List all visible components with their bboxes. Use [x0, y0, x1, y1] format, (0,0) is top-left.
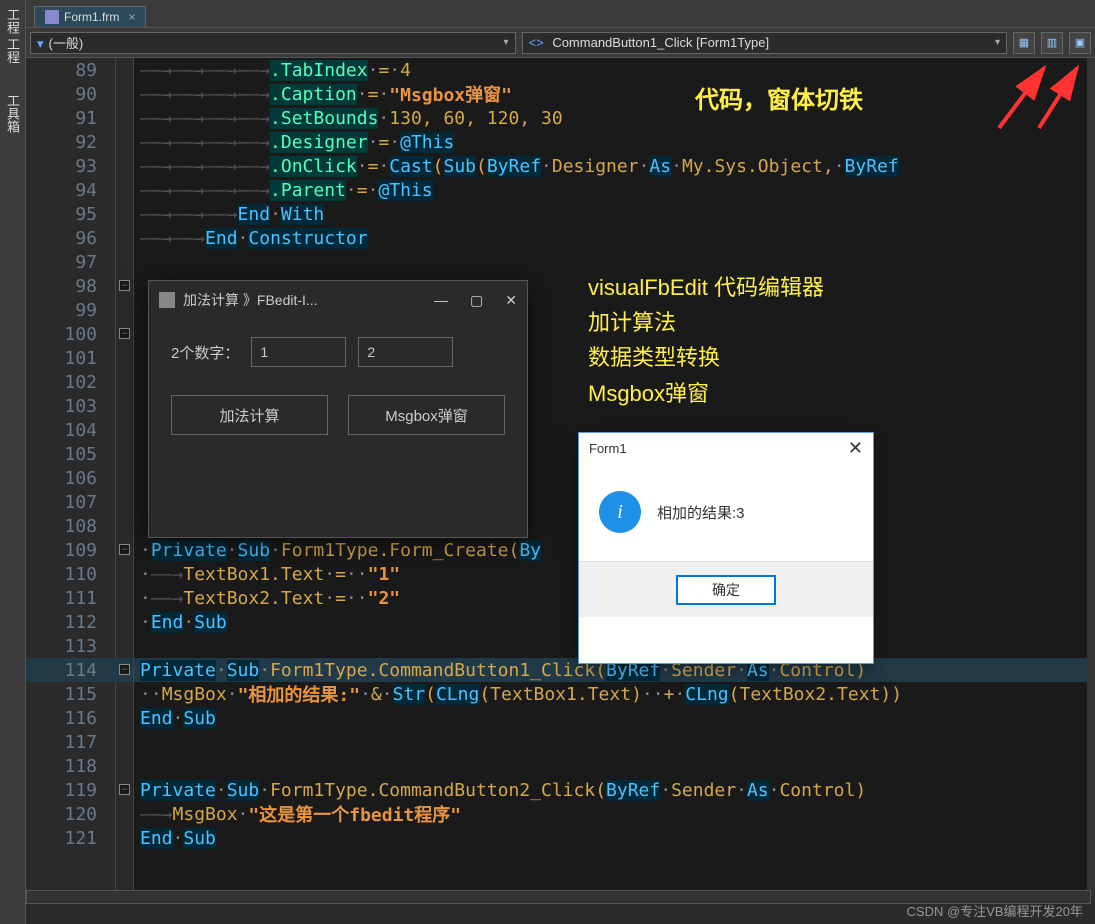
project-panel-tab[interactable]: 工程 工程	[3, 8, 22, 64]
member-combo[interactable]: <> CommandButton1_Click [Form1Type] ▾	[522, 32, 1008, 54]
maximize-icon[interactable]: ▢	[470, 292, 483, 309]
number1-input[interactable]	[251, 337, 346, 367]
method-icon: <>	[529, 35, 544, 50]
annotation-arrows	[969, 58, 1089, 138]
annotation-top: 代码，窗体切铁	[695, 80, 863, 115]
window-titlebar[interactable]: 加法计算 》FBedit-I... — ▢ ✕	[149, 281, 527, 319]
input-label: 2个数字：	[171, 342, 239, 363]
close-icon[interactable]: ×	[128, 10, 135, 24]
tab-form1[interactable]: Form1.frm ×	[34, 6, 146, 27]
fold-icon[interactable]: −	[119, 784, 130, 795]
ok-button[interactable]: 确定	[676, 575, 776, 605]
form-icon	[45, 10, 59, 24]
combo-bar: ▾(一般) ▾ <> CommandButton1_Click [Form1Ty…	[26, 28, 1095, 58]
app-window-calculator: 加法计算 》FBedit-I... — ▢ ✕ 2个数字： 加法计算 Msgbo…	[148, 280, 528, 538]
scope-combo[interactable]: ▾(一般) ▾	[30, 32, 516, 54]
msgbox-title: Form1	[589, 441, 627, 456]
view-designer-button[interactable]: ▣	[1069, 32, 1091, 54]
view-split-button[interactable]: ▥	[1041, 32, 1063, 54]
view-code-button[interactable]: ▦	[1013, 32, 1035, 54]
close-icon[interactable]: ✕	[848, 438, 863, 459]
watermark: CSDN @专注VB编程开发20年	[907, 901, 1083, 920]
fold-icon[interactable]: −	[119, 280, 130, 291]
fold-icon[interactable]: −	[119, 544, 130, 555]
msgbox-button[interactable]: Msgbox弹窗	[348, 395, 505, 435]
info-icon: i	[599, 491, 641, 533]
tab-bar: Form1.frm ×	[26, 0, 1095, 28]
annotation-list: visualFbEdit 代码编辑器 加计算法 数据类型转换 Msgbox弹窗	[588, 270, 824, 411]
msgbox-titlebar[interactable]: Form1 ✕	[579, 433, 873, 463]
close-icon[interactable]: ✕	[505, 292, 517, 309]
toolbox-panel-tab[interactable]: 工具箱	[3, 94, 22, 133]
vertical-scrollbar[interactable]	[1087, 58, 1095, 896]
chevron-down-icon: ▾	[503, 37, 508, 48]
msgbox-text: 相加的结果:3	[657, 502, 745, 523]
dropdown-icon: ▾	[37, 36, 44, 51]
window-title: 加法计算 》FBedit-I...	[183, 290, 318, 310]
line-gutter: 89 90 91 92 93 94 95 96 97 98− 99 100− 1…	[26, 58, 134, 896]
chevron-down-icon: ▾	[995, 37, 1000, 48]
vertical-toolbar: 工程 工程 工具箱	[0, 0, 26, 924]
calculate-button[interactable]: 加法计算	[171, 395, 328, 435]
message-box: Form1 ✕ i 相加的结果:3 确定	[578, 432, 874, 664]
minimize-icon[interactable]: —	[434, 292, 448, 309]
fold-icon[interactable]: −	[119, 664, 130, 675]
number2-input[interactable]	[358, 337, 453, 367]
app-icon	[159, 292, 175, 308]
tab-label: Form1.frm	[64, 10, 119, 24]
fold-icon[interactable]: −	[119, 328, 130, 339]
